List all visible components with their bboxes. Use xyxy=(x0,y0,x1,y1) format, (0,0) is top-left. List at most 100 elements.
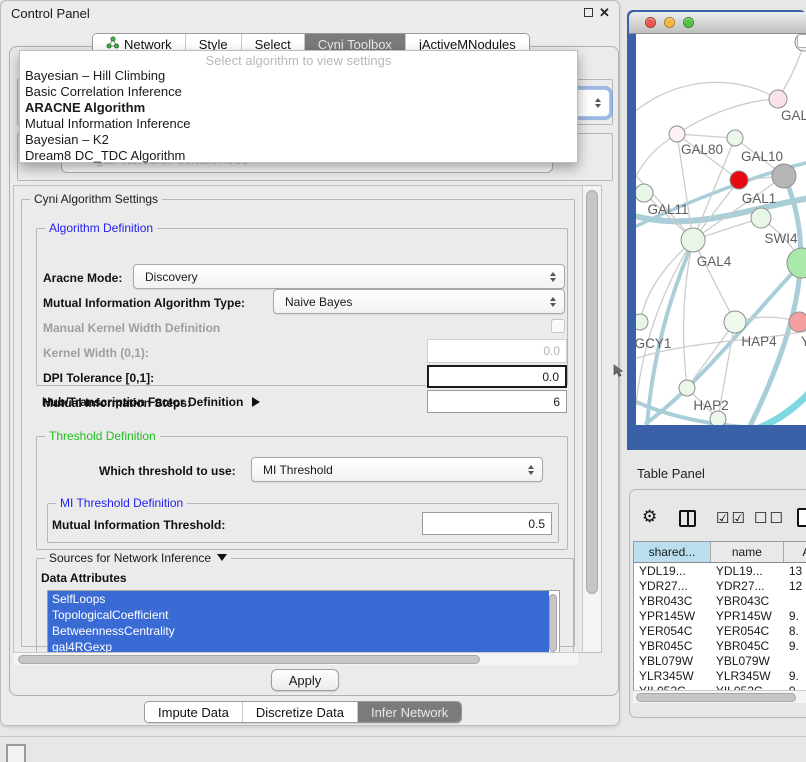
table-row[interactable]: YDR27...YDR27...12 xyxy=(634,578,806,593)
stepper-icon xyxy=(550,272,556,282)
attribute-item-selfloops[interactable]: SelfLoops xyxy=(48,591,549,607)
table-cell: 9. xyxy=(784,638,806,653)
table-cell: YER054C xyxy=(711,623,784,638)
settings-hscrollbar-thumb[interactable] xyxy=(18,655,480,664)
table-row[interactable]: YPR145WYPR145W9. xyxy=(634,608,806,623)
algorithm-definition-group: Algorithm Definition Aracne Mode: Discov… xyxy=(36,228,568,386)
table-row[interactable]: YBR043CYBR043C xyxy=(634,593,806,608)
network-node-gal1[interactable] xyxy=(730,171,748,189)
aracne-mode-combo[interactable]: Discovery xyxy=(133,264,565,289)
network-window: GAL7GAL80GAL10GAL1GAL11SWI4GAL4GCY1HAP4Y… xyxy=(627,10,806,450)
network-canvas[interactable]: GAL7GAL80GAL10GAL1GAL11SWI4GAL4GCY1HAP4Y… xyxy=(636,34,806,425)
bottom-tab-discretize-data[interactable]: Discretize Data xyxy=(243,702,358,722)
network-node-hap4[interactable] xyxy=(724,311,746,333)
algorithm-option-bayesian-hill-climbing[interactable]: Bayesian – Hill Climbing xyxy=(20,68,577,84)
network-node[interactable] xyxy=(710,411,726,425)
network-graph[interactable]: GAL7GAL80GAL10GAL1GAL11SWI4GAL4GCY1HAP4Y… xyxy=(636,34,806,425)
node-label: GCY1 xyxy=(636,336,671,351)
table-hscrollbar-thumb[interactable] xyxy=(636,693,796,702)
bottom-tab-infer-network[interactable]: Infer Network xyxy=(358,702,461,722)
table-cell: YBR045C xyxy=(711,638,784,653)
bottom-tab-strip: Impute DataDiscretize DataInfer Network xyxy=(144,701,462,723)
network-node-gal11[interactable] xyxy=(636,184,653,202)
apply-button[interactable]: Apply xyxy=(271,669,339,691)
table-row[interactable]: YBL079WYBL079W xyxy=(634,653,806,668)
float-panel-icon[interactable] xyxy=(6,744,26,762)
network-node-hap2[interactable] xyxy=(679,380,695,396)
table-cell: YDR27... xyxy=(711,578,784,593)
aracne-mode-value: Discovery xyxy=(145,270,198,284)
collapse-down-icon[interactable] xyxy=(217,554,227,561)
table-header-row: shared...nameA xyxy=(634,542,806,563)
split-view-icon[interactable] xyxy=(679,510,696,527)
which-threshold-combo[interactable]: MI Threshold xyxy=(251,457,543,482)
aracne-mode-label: Aracne Mode: xyxy=(43,271,122,285)
algorithm-option-dream8-dc-tdc-algorithm[interactable]: Dream8 DC_TDC Algorithm xyxy=(20,148,577,164)
network-node-gal10[interactable] xyxy=(727,130,743,146)
select-all-columns-icon[interactable]: ☑☑ xyxy=(716,510,747,528)
mi-algorithm-type-combo[interactable]: Naive Bayes xyxy=(273,289,565,314)
settings-vscrollbar-thumb[interactable] xyxy=(586,190,598,594)
table-row[interactable]: YLR345WYLR345W9. xyxy=(634,668,806,683)
dpi-tolerance-label: DPI Tolerance [0,1]: xyxy=(43,371,154,385)
column-header-name[interactable]: name xyxy=(711,542,784,562)
mi-threshold-group: MI Threshold Definition Mutual Informati… xyxy=(47,503,559,543)
network-node-gcy1[interactable] xyxy=(636,314,648,330)
table-row[interactable]: YDL19...YDL19...13 xyxy=(634,563,806,578)
column-header-shared-[interactable]: shared... xyxy=(634,542,711,562)
mi-threshold-field[interactable]: 0.5 xyxy=(422,512,552,535)
network-edge xyxy=(677,134,735,138)
zoom-traffic-light-icon[interactable] xyxy=(683,17,694,28)
table-cell: YBL079W xyxy=(711,653,784,668)
which-threshold-value: MI Threshold xyxy=(263,463,333,477)
network-node-swi4[interactable] xyxy=(751,208,771,228)
mi-threshold-group-title: MI Threshold Definition xyxy=(56,496,187,510)
close-icon[interactable]: ✕ xyxy=(599,6,610,19)
network-window-titlebar xyxy=(629,12,806,34)
settings-vscrollbar[interactable] xyxy=(582,186,601,652)
stepper-icon xyxy=(595,98,601,108)
network-node-gal4[interactable] xyxy=(681,228,705,252)
network-node-gal80[interactable] xyxy=(669,126,685,142)
dpi-tolerance-field[interactable]: 0.0 xyxy=(427,365,567,388)
mi-threshold-label: Mutual Information Threshold: xyxy=(52,518,225,532)
table-cell: 9. xyxy=(784,608,806,623)
algorithm-option-basic-correlation-inference[interactable]: Basic Correlation Inference xyxy=(20,84,577,100)
manual-kernel-checkbox[interactable] xyxy=(551,319,565,333)
node-label: GAL7 xyxy=(781,108,806,123)
algorithm-option-aracne-algorithm[interactable]: ARACNE Algorithm xyxy=(20,100,577,116)
expand-right-icon[interactable] xyxy=(252,397,260,407)
bottom-tab-impute-data[interactable]: Impute Data xyxy=(145,702,243,722)
algorithm-option-mutual-information-inference[interactable]: Mutual Information Inference xyxy=(20,116,577,132)
control-panel-window: Control Panel ✕ NetworkStyleSelectCyni T… xyxy=(0,0,620,726)
data-attributes-list[interactable]: SelfLoopsTopologicalCoefficientBetweenne… xyxy=(47,590,560,656)
attribute-item-betweennesscentrality[interactable]: BetweennessCentrality xyxy=(48,623,549,639)
hub-definition-toggle[interactable]: Hub/Transcription Factor Definition xyxy=(42,395,260,409)
kernel-width-field[interactable]: 0.0 xyxy=(427,339,567,363)
network-node-gal7[interactable] xyxy=(769,90,787,108)
float-window-icon[interactable] xyxy=(584,8,593,17)
settings-hscrollbar[interactable] xyxy=(14,652,578,665)
minimize-traffic-light-icon[interactable] xyxy=(664,17,675,28)
attribute-item-topologicalcoefficient[interactable]: TopologicalCoefficient xyxy=(48,607,549,623)
mouse-cursor-icon xyxy=(613,364,624,378)
table-hscrollbar[interactable] xyxy=(633,690,806,703)
network-node[interactable] xyxy=(772,164,796,188)
unselect-all-columns-icon[interactable]: ☐☐ xyxy=(754,510,785,528)
settings-gear-icon[interactable]: ⚙ xyxy=(642,508,657,526)
network-edge xyxy=(647,242,693,425)
node-label: GAL10 xyxy=(741,149,783,164)
sources-title[interactable]: Sources for Network Inference xyxy=(45,551,231,565)
network-edge xyxy=(636,82,778,116)
table-body: YDL19...YDL19...13YDR27...YDR27...12YBR0… xyxy=(634,563,806,698)
table-row[interactable]: YBR045CYBR045C9. xyxy=(634,638,806,653)
algorithm-option-bayesian-k2[interactable]: Bayesian – K2 xyxy=(20,132,577,148)
mi-steps-field[interactable]: 6 xyxy=(427,390,567,413)
close-traffic-light-icon[interactable] xyxy=(645,17,656,28)
table-cell: YBL079W xyxy=(634,653,711,668)
attr-list-scrollbar-thumb[interactable] xyxy=(549,594,557,652)
network-node-y[interactable] xyxy=(789,312,806,332)
column-header-a[interactable]: A xyxy=(784,542,806,562)
new-table-icon[interactable] xyxy=(797,508,806,527)
table-row[interactable]: YER054CYER054C8. xyxy=(634,623,806,638)
